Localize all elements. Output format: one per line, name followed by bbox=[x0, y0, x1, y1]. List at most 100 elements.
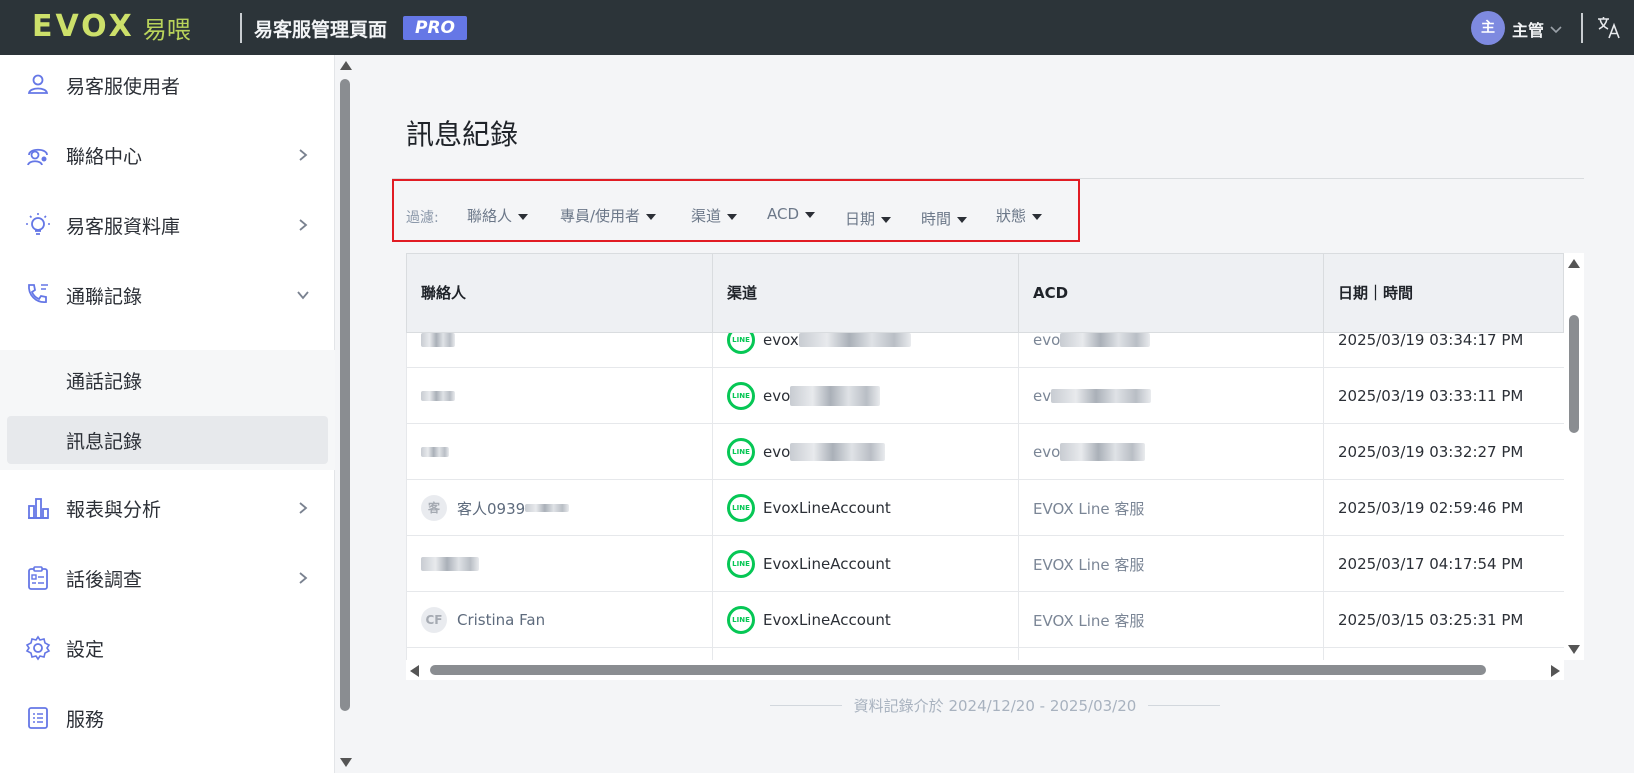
scroll-right-icon[interactable] bbox=[1551, 665, 1560, 677]
table-row[interactable]: LINE evo ev 2025/03/19 03:33:11 PM bbox=[406, 368, 1564, 424]
evox-logo[interactable]: EVOX 易喂 bbox=[32, 9, 191, 44]
filter-date[interactable]: 日期 bbox=[845, 208, 892, 229]
user-avatar[interactable]: 主 bbox=[1471, 11, 1505, 45]
sidebar-item-services[interactable]: 服務 bbox=[0, 688, 335, 748]
acd-name: EVOX Line 客服 bbox=[1033, 555, 1145, 574]
acd-name: evo bbox=[1033, 443, 1061, 461]
channel-cell: LINE evo bbox=[713, 368, 1019, 424]
logo-wordmark: EVOX bbox=[32, 9, 135, 44]
acd-cell: evo bbox=[1019, 333, 1324, 368]
sidebar-item-label: 通聯記錄 bbox=[66, 285, 143, 308]
column-header-channel[interactable]: 渠道 bbox=[713, 254, 1019, 332]
redacted-channel bbox=[790, 386, 881, 406]
page-scrollbar[interactable] bbox=[335, 55, 357, 773]
page-title: 訊息紀錄 bbox=[406, 118, 519, 151]
table-row[interactable]: CF Cristina Fan LINE EvoxLineAccount EVOX … bbox=[406, 592, 1564, 648]
sidebar: 易客服使用者 聯絡中心 易客服資料庫 通聯記錄 通話記錄 訊息記錄 報表與分析 … bbox=[0, 55, 335, 773]
note-rule-left bbox=[769, 704, 842, 706]
acd-cell: EVOX Line 客服 bbox=[1019, 592, 1324, 648]
table-vertical-scrollbar[interactable] bbox=[1564, 253, 1584, 660]
datetime-value: 2025/03/19 03:33:11 PM bbox=[1338, 387, 1524, 405]
sidebar-item-label: 聯絡中心 bbox=[66, 145, 143, 168]
redacted-contact bbox=[421, 557, 479, 571]
scrollbar-thumb[interactable] bbox=[430, 665, 1486, 675]
translate-icon[interactable] bbox=[1596, 14, 1622, 40]
filter-contact-label: 聯絡人 bbox=[467, 207, 513, 225]
redacted-acd bbox=[1051, 389, 1152, 403]
channel-cell: LINE EvoxLineAccount bbox=[713, 536, 1019, 592]
datetime-value: 2025/03/15 03:25:31 PM bbox=[1338, 611, 1524, 629]
scroll-left-icon[interactable] bbox=[410, 665, 419, 677]
user-name[interactable]: 主管 bbox=[1512, 17, 1544, 41]
filter-agent-user[interactable]: 專員/使用者 bbox=[560, 205, 657, 226]
acd-name: EVOX Line 客服 bbox=[1033, 499, 1145, 518]
scroll-up-icon[interactable] bbox=[1568, 259, 1580, 268]
datetime-value: 2025/03/19 03:34:17 PM bbox=[1338, 333, 1524, 349]
sidebar-item-survey[interactable]: 話後調查 bbox=[0, 548, 335, 608]
acd-name: evo bbox=[1033, 333, 1061, 349]
channel-name: evo bbox=[763, 387, 791, 405]
filter-channel[interactable]: 渠道 bbox=[691, 205, 738, 226]
filter-status[interactable]: 狀態 bbox=[996, 205, 1043, 226]
table-row[interactable]: 客客人0939 LINE EvoxLineAccount EVOX Line 客服… bbox=[406, 480, 1564, 536]
scrollbar-thumb[interactable] bbox=[1569, 315, 1579, 433]
redacted-contact bbox=[525, 504, 570, 512]
datetime-cell bbox=[1324, 648, 1564, 660]
scrollbar-thumb[interactable] bbox=[340, 79, 350, 711]
sidebar-item-knowledge-base[interactable]: 易客服資料庫 bbox=[0, 195, 335, 255]
scroll-down-icon[interactable] bbox=[1568, 645, 1580, 654]
line-app-icon: LINE bbox=[727, 494, 755, 522]
acd-name: ev bbox=[1033, 387, 1052, 405]
sidebar-item-contact-center[interactable]: 聯絡中心 bbox=[0, 125, 335, 185]
table-row[interactable]: LINE EvoxLineAccount EVOX Line 客服 2025/03… bbox=[406, 536, 1564, 592]
redacted-acd bbox=[1060, 333, 1151, 347]
datetime-cell: 2025/03/19 03:34:17 PM bbox=[1324, 333, 1564, 368]
pro-badge: PRO bbox=[403, 16, 467, 40]
chevron-down-icon bbox=[297, 291, 309, 300]
channel-name: EvoxLineAccount bbox=[763, 499, 891, 517]
datetime-cell: 2025/03/19 03:32:27 PM bbox=[1324, 424, 1564, 480]
gear-icon bbox=[25, 635, 51, 661]
sidebar-subitem-label: 訊息記錄 bbox=[66, 430, 143, 453]
sidebar-item-reports[interactable]: 報表與分析 bbox=[0, 478, 335, 538]
column-header-contact[interactable]: 聯絡人 bbox=[407, 254, 713, 332]
caret-down-icon bbox=[805, 212, 816, 218]
column-header-acd[interactable]: ACD bbox=[1019, 254, 1324, 332]
channel-cell: LINE evo bbox=[713, 424, 1019, 480]
filter-status-label: 狀態 bbox=[996, 207, 1027, 225]
sidebar-item-call-records[interactable]: 通話記錄 bbox=[0, 356, 335, 404]
acd-cell: evo bbox=[1019, 424, 1324, 480]
sidebar-item-users[interactable]: 易客服使用者 bbox=[0, 55, 335, 115]
caret-down-icon bbox=[1032, 213, 1043, 220]
datetime-value: 2025/03/19 03:32:27 PM bbox=[1338, 443, 1524, 461]
channel-cell: LINE EvoxLineAccount bbox=[713, 480, 1019, 536]
acd-cell: EVOX Line 客服 bbox=[1019, 536, 1324, 592]
filter-contact[interactable]: 聯絡人 bbox=[467, 205, 529, 226]
sidebar-item-settings[interactable]: 設定 bbox=[0, 618, 335, 678]
table-body: LINE evox evo 2025/03/19 03:34:17 PM LINE… bbox=[406, 333, 1564, 660]
scroll-down-icon[interactable] bbox=[340, 758, 352, 767]
sidebar-item-label: 服務 bbox=[66, 708, 105, 731]
table-row[interactable]: LINE evox evo 2025/03/19 03:34:17 PM bbox=[406, 333, 1564, 368]
datetime-cell: 2025/03/19 03:33:11 PM bbox=[1324, 368, 1564, 424]
channel-name: evox bbox=[763, 333, 799, 349]
sidebar-item-label: 易客服使用者 bbox=[66, 75, 181, 98]
caret-down-icon bbox=[881, 216, 892, 223]
redacted-contact bbox=[421, 391, 455, 401]
table-horizontal-scrollbar[interactable] bbox=[406, 660, 1564, 680]
channel-cell bbox=[713, 648, 1019, 660]
logo-chinese: 易喂 bbox=[142, 15, 191, 44]
column-header-datetime[interactable]: 日期｜時間 bbox=[1324, 254, 1564, 332]
filter-time[interactable]: 時間 bbox=[921, 208, 968, 229]
table-row[interactable]: LINE evo evo 2025/03/19 03:32:27 PM bbox=[406, 424, 1564, 480]
sidebar-item-message-records[interactable]: 訊息記錄 bbox=[7, 416, 328, 464]
contact-cell: 客客人0939 bbox=[407, 480, 713, 536]
scroll-up-icon[interactable] bbox=[340, 61, 352, 70]
filter-acd[interactable]: ACD bbox=[767, 205, 816, 223]
sidebar-item-communication-log[interactable]: 通聯記錄 bbox=[0, 265, 335, 325]
table-row[interactable] bbox=[406, 648, 1564, 660]
channel-name: evo bbox=[763, 443, 791, 461]
note-rule-right bbox=[1148, 704, 1221, 706]
chevron-down-icon[interactable] bbox=[1549, 22, 1563, 36]
acd-cell: ev bbox=[1019, 368, 1324, 424]
